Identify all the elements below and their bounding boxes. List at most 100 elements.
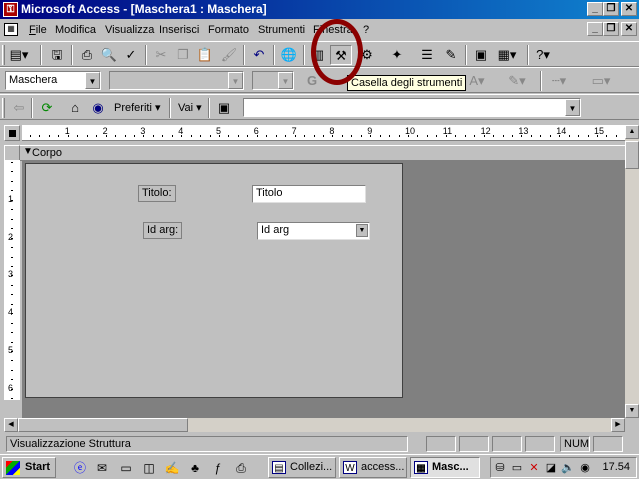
scheduler-icon[interactable]: ◪ bbox=[544, 461, 558, 475]
games-icon[interactable]: ♣ bbox=[187, 460, 203, 476]
title-label[interactable]: Titolo: bbox=[138, 185, 176, 202]
monitor-icon[interactable]: ▭ bbox=[510, 461, 524, 475]
volume-icon[interactable]: 🔈 bbox=[561, 461, 575, 475]
bold-icon[interactable]: G bbox=[301, 71, 323, 91]
form-detail-section[interactable]: Titolo: Titolo Id arg: Id arg ▼ bbox=[25, 163, 403, 398]
restore-button[interactable]: ❐ bbox=[603, 2, 619, 16]
disconnected-icon[interactable]: ✕ bbox=[527, 461, 541, 475]
menu-help[interactable]: ? bbox=[363, 24, 369, 36]
code-icon[interactable]: ✦ bbox=[386, 45, 408, 65]
scroll-right-icon[interactable]: ▶ bbox=[611, 418, 625, 432]
view-icon[interactable]: ▤▾ bbox=[8, 45, 30, 65]
special-effect-icon[interactable]: ▭▾ bbox=[590, 71, 612, 91]
doc-minimize-button[interactable]: _ bbox=[587, 22, 603, 36]
chevron-down-icon[interactable]: ▼ bbox=[278, 72, 293, 89]
minimize-button[interactable]: _ bbox=[587, 2, 603, 16]
ie-icon[interactable]: ⓔ bbox=[72, 460, 88, 476]
print-preview-icon[interactable]: 🔍 bbox=[98, 45, 120, 65]
home-icon[interactable]: ⌂ bbox=[64, 98, 86, 118]
menu-finestra[interactable]: Finestra bbox=[313, 24, 353, 36]
chevron-down-icon[interactable]: ▼ bbox=[565, 99, 580, 116]
task-access-doc[interactable]: W access... bbox=[339, 457, 407, 478]
save-icon[interactable]: 🖫 bbox=[46, 45, 68, 65]
toolbox-icon[interactable]: ⚒ bbox=[330, 45, 352, 65]
antivirus-icon[interactable]: ◉ bbox=[578, 461, 592, 475]
ruler-tick bbox=[11, 209, 13, 211]
doc-restore-button[interactable]: ❐ bbox=[603, 22, 619, 36]
ruler-tick bbox=[511, 135, 513, 137]
access-app-icon[interactable]: ⚿ bbox=[3, 2, 18, 17]
spelling-icon[interactable]: ✓ bbox=[120, 45, 142, 65]
printer-folder-icon[interactable]: ⎙ bbox=[233, 460, 249, 476]
ruler-tick bbox=[530, 135, 532, 137]
chevron-down-icon[interactable]: ▼ bbox=[356, 224, 368, 237]
outlook-icon[interactable]: ✉ bbox=[94, 460, 110, 476]
new-object-icon[interactable]: ▦▾ bbox=[496, 45, 518, 65]
network-icon[interactable]: ⛁ bbox=[493, 461, 507, 475]
paste-icon[interactable]: 📋 bbox=[194, 45, 216, 65]
section-bar-corpo[interactable]: ▼ Corpo bbox=[4, 145, 625, 161]
doc-close-button[interactable]: ✕ bbox=[621, 22, 637, 36]
chevron-down-icon[interactable]: ▼ bbox=[85, 72, 100, 89]
start-button[interactable]: Start bbox=[2, 457, 56, 478]
close-button[interactable]: ✕ bbox=[621, 2, 637, 16]
desktop-icon[interactable]: ▭ bbox=[118, 460, 134, 476]
section-selector[interactable] bbox=[4, 145, 20, 161]
database-window-icon[interactable]: ▣ bbox=[470, 45, 492, 65]
autoformat-icon[interactable]: ⚙ bbox=[356, 45, 378, 65]
task-collezioni[interactable]: ▤ Collezi... bbox=[268, 457, 336, 478]
hyperlink-icon[interactable]: 🌐 bbox=[278, 45, 300, 65]
help-icon[interactable]: ?▾ bbox=[532, 45, 554, 65]
menu-strumenti[interactable]: Strumenti bbox=[258, 24, 305, 36]
vertical-scrollbar[interactable]: ▲ ▼ bbox=[625, 125, 639, 418]
show-only-web-toolbar-icon[interactable]: ▣ bbox=[213, 98, 235, 118]
refresh-icon[interactable]: ⟳ bbox=[36, 98, 58, 118]
build-icon[interactable]: ✎ bbox=[440, 45, 462, 65]
menu-modifica[interactable]: Modifica bbox=[55, 24, 96, 36]
cut-icon[interactable]: ✂ bbox=[150, 45, 172, 65]
ruler-tick bbox=[351, 135, 353, 137]
menu-formato[interactable]: Formato bbox=[208, 24, 249, 36]
line-color-icon[interactable]: ✎▾ bbox=[506, 71, 528, 91]
object-combo[interactable]: Maschera ▼ bbox=[5, 71, 101, 90]
scroll-up-icon[interactable]: ▲ bbox=[625, 125, 639, 139]
notepad-icon[interactable]: ✍ bbox=[164, 460, 180, 476]
line-width-icon[interactable]: ┄▾ bbox=[548, 71, 570, 91]
toolbar-grip[interactable] bbox=[2, 45, 5, 65]
print-icon[interactable]: ⎙ bbox=[76, 45, 98, 65]
chevron-down-icon[interactable]: ▼ bbox=[228, 72, 243, 89]
address-combo[interactable]: ▼ bbox=[243, 98, 581, 117]
format-painter-icon[interactable]: 🖌 bbox=[218, 45, 240, 65]
channels-icon[interactable]: ◫ bbox=[141, 460, 157, 476]
scroll-down-icon[interactable]: ▼ bbox=[625, 404, 639, 418]
arg-combobox[interactable]: Id arg ▼ bbox=[257, 222, 370, 240]
properties-icon[interactable]: ☰ bbox=[416, 45, 438, 65]
vertical-scroll-thumb[interactable] bbox=[625, 141, 639, 169]
search-web-icon[interactable]: ◉ bbox=[87, 98, 109, 118]
menu-visualizza[interactable]: Visualizza bbox=[105, 24, 154, 36]
form-document-icon[interactable]: ▦ bbox=[4, 23, 18, 36]
field-list-icon[interactable]: ▥ bbox=[307, 45, 329, 65]
scroll-left-icon[interactable]: ◀ bbox=[4, 418, 18, 432]
vertical-ruler[interactable]: 1 2 3 4 5 6 bbox=[4, 160, 20, 400]
undo-icon[interactable]: ↶ bbox=[248, 45, 270, 65]
horizontal-scroll-thumb[interactable] bbox=[18, 418, 188, 432]
font-combo[interactable]: ▼ bbox=[109, 71, 244, 90]
task-maschera[interactable]: ▦ Masc... bbox=[410, 457, 480, 478]
horizontal-ruler[interactable]: 1 2 3 4 5 6 7 8 9 10 11 12 13 14 15 bbox=[22, 125, 625, 141]
font-icon[interactable]: ƒ bbox=[210, 460, 226, 476]
horizontal-scrollbar[interactable]: ◀ ▶ bbox=[4, 418, 625, 432]
title-textbox[interactable]: Titolo bbox=[252, 185, 366, 203]
menu-file[interactable]: File bbox=[29, 24, 47, 36]
font-color-icon[interactable]: A▾ bbox=[466, 71, 488, 91]
title-bar[interactable]: ⚿ Microsoft Access - [Maschera1 : Masche… bbox=[0, 0, 639, 19]
favorites-menu[interactable]: Preferiti ▾ bbox=[114, 101, 160, 114]
back-icon[interactable]: ⇦ bbox=[8, 98, 30, 118]
menu-inserisci[interactable]: Inserisci bbox=[159, 24, 199, 36]
copy-icon[interactable]: ❐ bbox=[172, 45, 194, 65]
form-selector[interactable] bbox=[4, 125, 20, 141]
arg-label[interactable]: Id arg: bbox=[143, 222, 183, 239]
font-size-combo[interactable]: ▼ bbox=[252, 71, 294, 90]
toolbar-grip[interactable] bbox=[2, 98, 5, 118]
go-menu[interactable]: Vai ▾ bbox=[178, 101, 202, 114]
